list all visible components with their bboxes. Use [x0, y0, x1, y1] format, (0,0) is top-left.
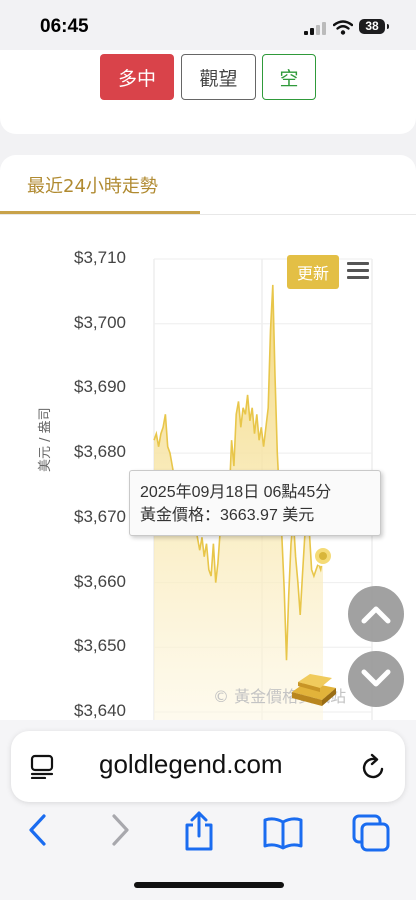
y-tick-label: $3,690 [74, 377, 126, 397]
url-text[interactable]: goldlegend.com [99, 749, 283, 780]
address-bar[interactable]: goldlegend.com [11, 731, 405, 802]
y-tick-label: $3,680 [74, 442, 126, 462]
gold-bar-icon [292, 674, 336, 706]
chevron-down-icon [361, 669, 391, 687]
tooltip-price: 黃金價格：3663.97 美元 [140, 507, 315, 524]
y-axis-title: 美元 / 盎司 [38, 407, 53, 472]
y-tick-label: $3,710 [74, 248, 126, 267]
reader-icon[interactable] [29, 753, 55, 779]
share-icon[interactable] [182, 810, 216, 852]
y-tick-label: $3,660 [74, 571, 126, 591]
tooltip-date: 2025年09月18日 06點45分 [140, 484, 332, 501]
reload-icon[interactable] [361, 753, 387, 781]
y-tick-label: $3,640 [74, 701, 126, 720]
menu-icon[interactable] [347, 262, 369, 280]
bookmarks-icon[interactable] [262, 816, 304, 850]
scroll-up-button[interactable] [348, 586, 404, 642]
forward-icon[interactable] [108, 812, 132, 848]
scroll-down-button[interactable] [348, 651, 404, 707]
price-tooltip: 2025年09月18日 06點45分 黃金價格：3663.97 美元 [129, 470, 381, 536]
tabs-icon[interactable] [352, 814, 392, 854]
chevron-up-icon [361, 606, 391, 624]
y-tick-label: $3,650 [74, 636, 126, 656]
y-tick-label: $3,700 [74, 312, 126, 332]
update-button[interactable]: 更新 [287, 255, 339, 289]
back-icon[interactable] [26, 812, 50, 848]
home-indicator [134, 882, 284, 888]
